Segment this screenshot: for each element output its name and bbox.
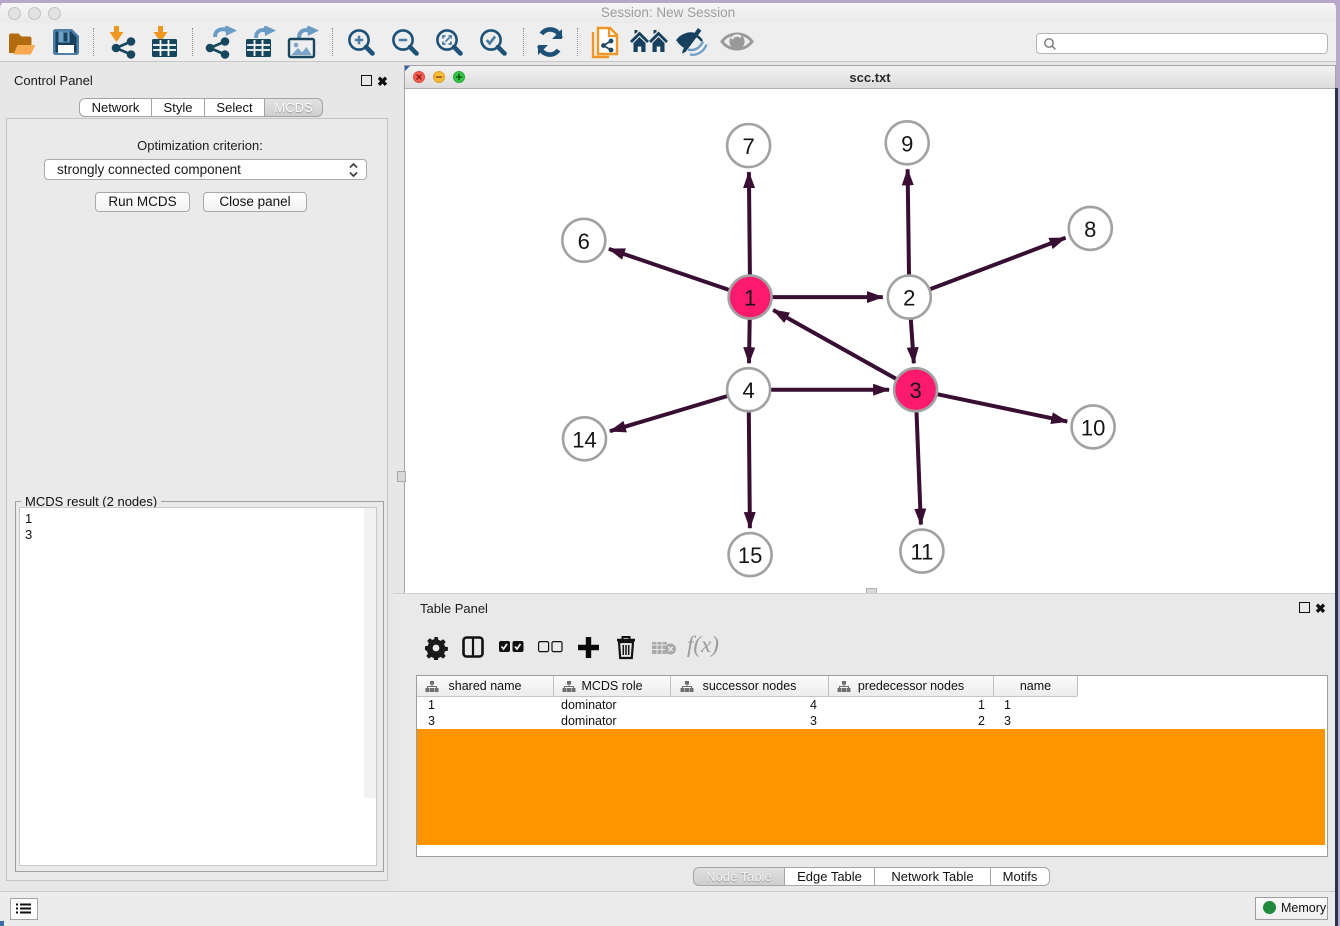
svg-text:1: 1 bbox=[744, 286, 756, 311]
svg-text:3: 3 bbox=[909, 378, 921, 403]
svg-text:15: 15 bbox=[738, 543, 762, 568]
svg-text:7: 7 bbox=[742, 134, 754, 159]
svg-text:8: 8 bbox=[1084, 217, 1096, 242]
svg-text:4: 4 bbox=[742, 378, 754, 403]
svg-text:6: 6 bbox=[578, 229, 590, 254]
svg-text:14: 14 bbox=[572, 427, 596, 452]
svg-text:11: 11 bbox=[910, 540, 933, 565]
svg-text:9: 9 bbox=[901, 131, 913, 156]
svg-text:10: 10 bbox=[1081, 415, 1105, 440]
svg-text:2: 2 bbox=[903, 286, 915, 311]
